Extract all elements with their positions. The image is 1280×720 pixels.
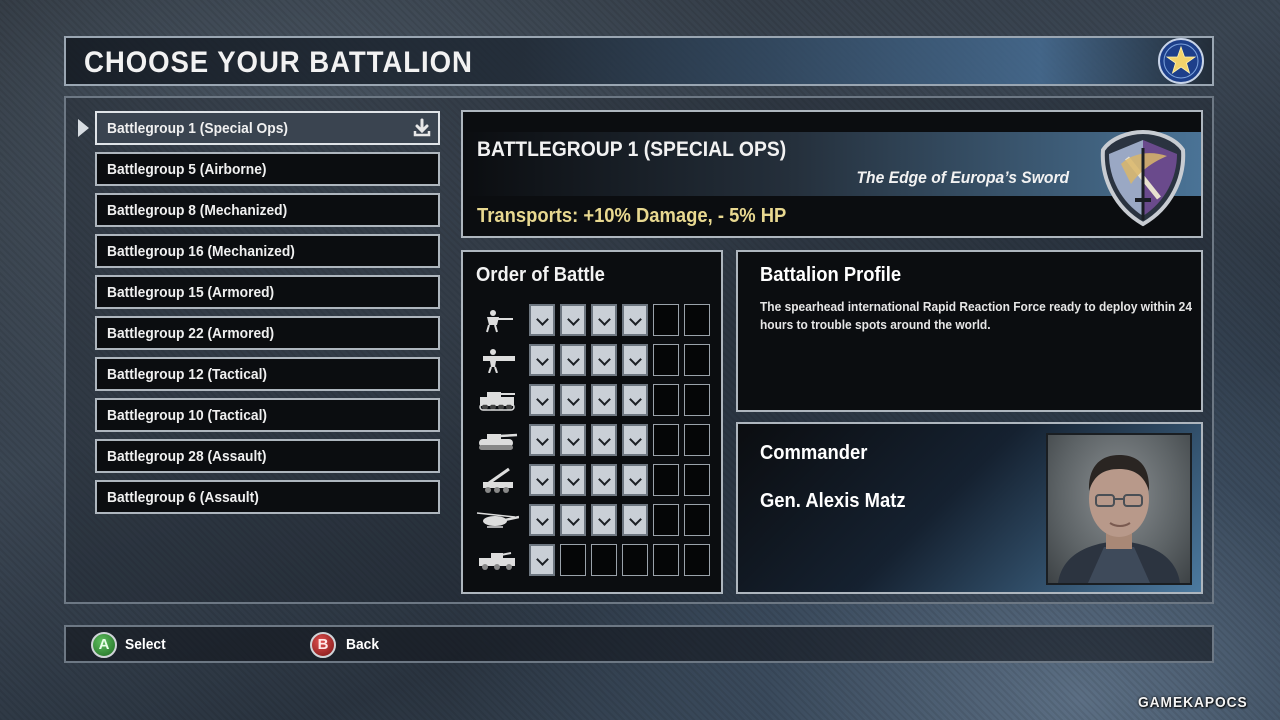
battalion-name: BATTLEGROUP 1 (SPECIAL OPS) — [477, 138, 787, 161]
commander-name: Gen. Alexis Matz — [760, 490, 906, 512]
unit-slot-filled[interactable] — [591, 384, 617, 416]
unit-slot-empty[interactable] — [653, 424, 679, 456]
unit-slot-filled[interactable] — [591, 424, 617, 456]
commander-title: Commander — [760, 442, 868, 464]
battalion-list-item-label: Battlegroup 16 (Mechanized) — [107, 243, 295, 260]
battalion-profile-panel: Battalion Profile The spearhead internat… — [736, 250, 1203, 412]
commander-panel: Commander Gen. Alexis Matz — [736, 422, 1203, 594]
unit-slot-filled[interactable] — [529, 424, 555, 456]
unit-slot-filled[interactable] — [560, 504, 586, 536]
page-title: CHOOSE YOUR BATTALION — [84, 46, 473, 79]
faction-emblem-icon — [1158, 38, 1204, 84]
battalion-list-item-label: Battlegroup 22 (Armored) — [107, 325, 275, 342]
unit-slot-filled[interactable] — [560, 304, 586, 336]
unit-slot-filled[interactable] — [622, 384, 648, 416]
battalion-list-item[interactable]: Battlegroup 16 (Mechanized) — [95, 234, 440, 268]
battalion-motto: The Edge of Europa’s Sword — [856, 168, 1069, 187]
order-of-battle-title: Order of Battle — [476, 264, 605, 286]
heavy-infantry-icon — [483, 349, 515, 373]
download-icon — [413, 118, 431, 137]
a-button-icon[interactable]: A — [91, 632, 117, 658]
battalion-list-item[interactable]: Battlegroup 5 (Airborne) — [95, 152, 440, 186]
unit-slot-empty[interactable] — [653, 384, 679, 416]
battalion-list-item-label: Battlegroup 15 (Armored) — [107, 284, 275, 301]
battalion-list-item-label: Battlegroup 12 (Tactical) — [107, 366, 268, 383]
helicopter-icon — [476, 512, 519, 528]
battalion-list-item-label: Battlegroup 6 (Assault) — [107, 489, 259, 506]
button-prompt-bar: A Select B Back — [64, 625, 1214, 663]
battalion-list-item[interactable]: Battlegroup 1 (Special Ops) — [95, 111, 440, 145]
battalion-header-panel: BATTLEGROUP 1 (SPECIAL OPS) The Edge of … — [461, 110, 1203, 238]
battalion-list-item[interactable]: Battlegroup 28 (Assault) — [95, 439, 440, 473]
unit-slot-filled[interactable] — [622, 304, 648, 336]
unit-slot-empty[interactable] — [653, 464, 679, 496]
unit-slot-empty[interactable] — [684, 344, 710, 376]
unit-slot-filled[interactable] — [529, 464, 555, 496]
commander-portrait — [1046, 433, 1192, 585]
battalion-list-item-label: Battlegroup 10 (Tactical) — [107, 407, 268, 424]
battalion-list-item-label: Battlegroup 1 (Special Ops) — [107, 120, 288, 137]
selection-arrow-icon — [78, 119, 89, 137]
tank-icon — [479, 433, 518, 450]
unit-slot-empty[interactable] — [560, 544, 586, 576]
battalion-list-item[interactable]: Battlegroup 6 (Assault) — [95, 480, 440, 514]
unit-slot-filled[interactable] — [560, 464, 586, 496]
unit-slot-filled[interactable] — [529, 544, 555, 576]
unit-slot-filled[interactable] — [591, 344, 617, 376]
unit-slot-empty[interactable] — [653, 304, 679, 336]
unit-slot-filled[interactable] — [622, 504, 648, 536]
profile-description: The spearhead international Rapid Reacti… — [760, 299, 1192, 332]
artillery-icon — [483, 467, 513, 493]
battalion-list-item-label: Battlegroup 5 (Airborne) — [107, 161, 267, 178]
unit-slot-filled[interactable] — [529, 344, 555, 376]
unit-slot-empty[interactable] — [684, 464, 710, 496]
b-button-icon[interactable]: B — [310, 632, 336, 658]
unit-slot-empty[interactable] — [653, 504, 679, 536]
unit-slot-filled[interactable] — [529, 304, 555, 336]
support-vehicle-icon — [479, 552, 515, 570]
unit-slot-filled[interactable] — [591, 464, 617, 496]
unit-slot-filled[interactable] — [529, 384, 555, 416]
battalion-list-item[interactable]: Battlegroup 12 (Tactical) — [95, 357, 440, 391]
unit-slot-empty[interactable] — [684, 304, 710, 336]
unit-slot-filled[interactable] — [529, 504, 555, 536]
unit-slot-empty[interactable] — [684, 504, 710, 536]
unit-slot-filled[interactable] — [560, 384, 586, 416]
battalion-list-item[interactable]: Battlegroup 8 (Mechanized) — [95, 193, 440, 227]
profile-title: Battalion Profile — [760, 264, 902, 286]
unit-slot-empty[interactable] — [684, 544, 710, 576]
unit-slot-filled[interactable] — [560, 344, 586, 376]
unit-slot-filled[interactable] — [622, 424, 648, 456]
title-bar: CHOOSE YOUR BATTALION — [64, 36, 1214, 86]
select-label[interactable]: Select — [125, 636, 166, 653]
back-label[interactable]: Back — [346, 636, 379, 653]
unit-slot-empty[interactable] — [684, 384, 710, 416]
unit-slot-empty[interactable] — [653, 544, 679, 576]
unit-slot-empty[interactable] — [653, 344, 679, 376]
battalion-bonus: Transports: +10% Damage, - 5% HP — [477, 205, 787, 227]
order-of-battle-panel: Order of Battle — [461, 250, 723, 594]
unit-slot-empty[interactable] — [684, 424, 710, 456]
unit-slot-filled[interactable] — [591, 504, 617, 536]
battalion-shield-icon — [1100, 129, 1186, 227]
unit-slot-filled[interactable] — [622, 464, 648, 496]
unit-slot-empty[interactable] — [591, 544, 617, 576]
unit-slot-empty[interactable] — [622, 544, 648, 576]
battalion-list-item[interactable]: Battlegroup 15 (Armored) — [95, 275, 440, 309]
transport-vehicle-icon — [479, 392, 515, 411]
battalion-list-item[interactable]: Battlegroup 10 (Tactical) — [95, 398, 440, 432]
battalion-list-item-label: Battlegroup 8 (Mechanized) — [107, 202, 288, 219]
battalion-list-item-label: Battlegroup 28 (Assault) — [107, 448, 267, 465]
unit-slot-filled[interactable] — [591, 304, 617, 336]
unit-slot-filled[interactable] — [622, 344, 648, 376]
infantry-icon — [486, 310, 513, 333]
watermark: GAMEKAPOCS — [1138, 694, 1248, 711]
battalion-list-item[interactable]: Battlegroup 22 (Armored) — [95, 316, 440, 350]
unit-slot-filled[interactable] — [560, 424, 586, 456]
